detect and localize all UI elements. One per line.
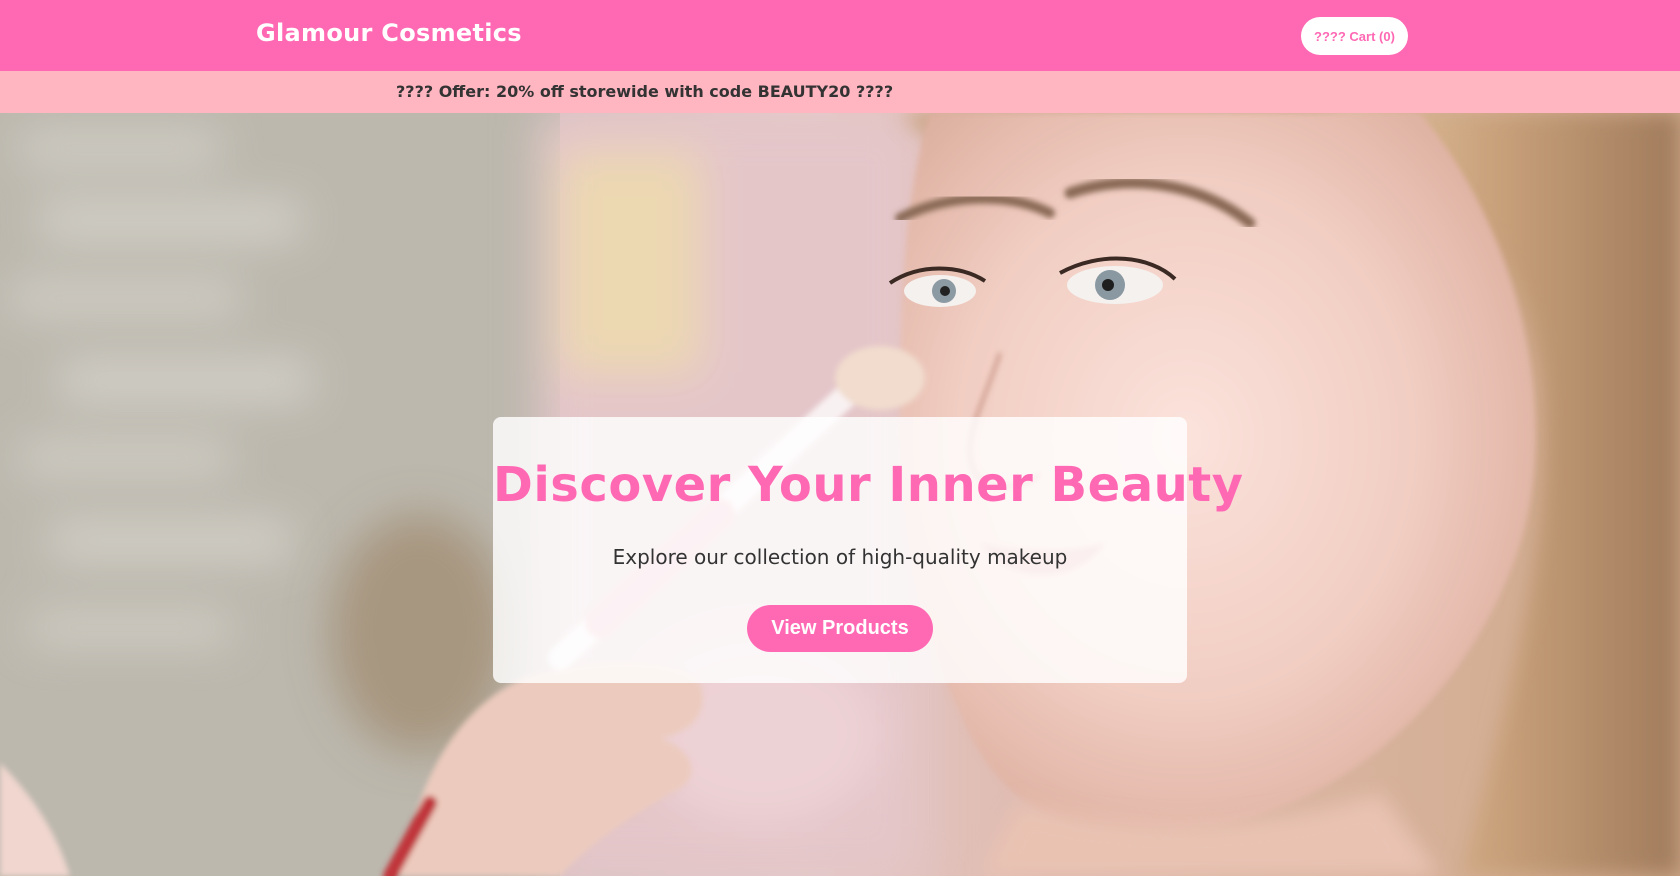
hero-section: Discover Your Inner Beauty Explore our c… — [0, 113, 1680, 876]
promo-text: ???? Offer: 20% off storewide with code … — [396, 82, 894, 101]
hero-subtitle: Explore our collection of high-quality m… — [612, 545, 1068, 569]
cart-button[interactable]: ???? Cart (0) — [1301, 17, 1408, 55]
promo-banner: ???? Offer: 20% off storewide with code … — [0, 71, 1680, 113]
hero-title: Discover Your Inner Beauty — [493, 457, 1244, 513]
brand-logo[interactable]: Glamour Cosmetics — [256, 19, 522, 47]
view-products-button[interactable]: View Products — [747, 605, 933, 652]
site-header: Glamour Cosmetics ???? Cart (0) — [0, 0, 1680, 71]
hero-card: Discover Your Inner Beauty Explore our c… — [493, 417, 1244, 683]
